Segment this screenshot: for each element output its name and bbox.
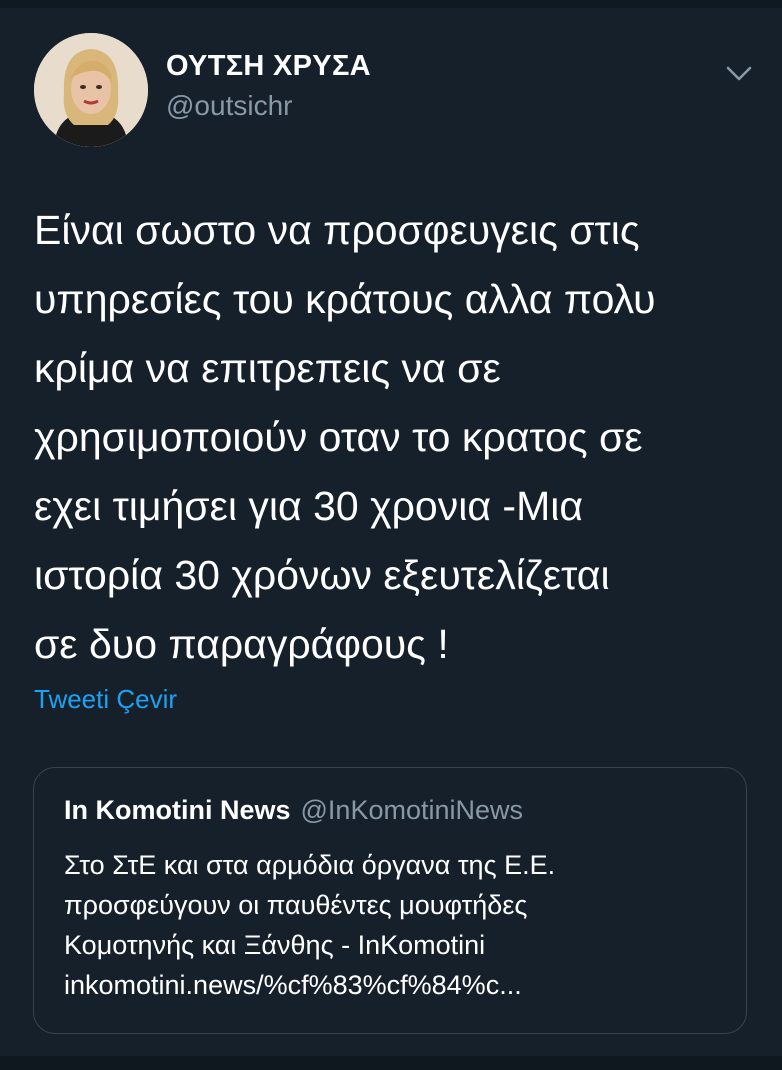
quoted-tweet-header: In Komotini News @InKomotiniNews: [64, 795, 523, 826]
avatar[interactable]: [34, 33, 148, 147]
user-handle[interactable]: @outsichr: [166, 90, 292, 122]
quoted-text-line: προσφεύγουν οι παυθέντες μουφτήδες: [64, 890, 528, 920]
tweet-screen: ΟΥΤΣΗ ΧΡΥΣΑ @outsichr Είναι σωστο να προ…: [0, 0, 782, 1070]
quoted-tweet-card[interactable]: In Komotini News @InKomotiniNews Στο ΣτΕ …: [33, 767, 747, 1034]
tweet-text-line: κρίμα να επιτρεπεις να σε: [34, 345, 501, 391]
quoted-display-name: In Komotini News: [64, 795, 291, 825]
tweet-text-line: υπηρεσίες του κράτους αλλα πολυ: [34, 276, 656, 322]
tweet-text-line: χρησιμοποιούν οταν το κρατος σε: [34, 414, 643, 460]
bottom-strip: [0, 1056, 782, 1070]
quoted-tweet-text: Στο ΣτΕ και στα αρμόδια όργανα της Ε.Ε. …: [64, 845, 734, 1005]
avatar-image: [34, 33, 148, 147]
display-name[interactable]: ΟΥΤΣΗ ΧΡΥΣΑ: [166, 50, 371, 83]
tweet-text-line: εχει τιμήσει για 30 χρονια -Μια: [34, 483, 584, 529]
chevron-down-icon[interactable]: [724, 60, 754, 86]
quoted-text-line: Κομοτηνής και Ξάνθης - InKomotini: [64, 930, 486, 960]
quoted-user-handle: @InKomotiniNews: [300, 795, 524, 825]
tweet-text-line: σε δυο παραγράφους !: [34, 621, 449, 667]
status-strip: [0, 0, 782, 8]
quoted-text-line: Στο ΣτΕ και στα αρμόδια όργανα της Ε.Ε.: [64, 850, 556, 880]
tweet-text-line: ιστορία 30 χρόνων εξευτελίζεται: [34, 552, 610, 598]
quoted-link-line[interactable]: inkomotini.news/%cf%83%cf%84%c...: [64, 965, 734, 1005]
tweet-text: Είναι σωστο να προσφευγεις στις υπηρεσίε…: [34, 196, 764, 679]
tweet-text-line: Είναι σωστο να προσφευγεις στις: [34, 207, 640, 253]
translate-tweet-link[interactable]: Tweeti Çevir: [34, 684, 177, 715]
